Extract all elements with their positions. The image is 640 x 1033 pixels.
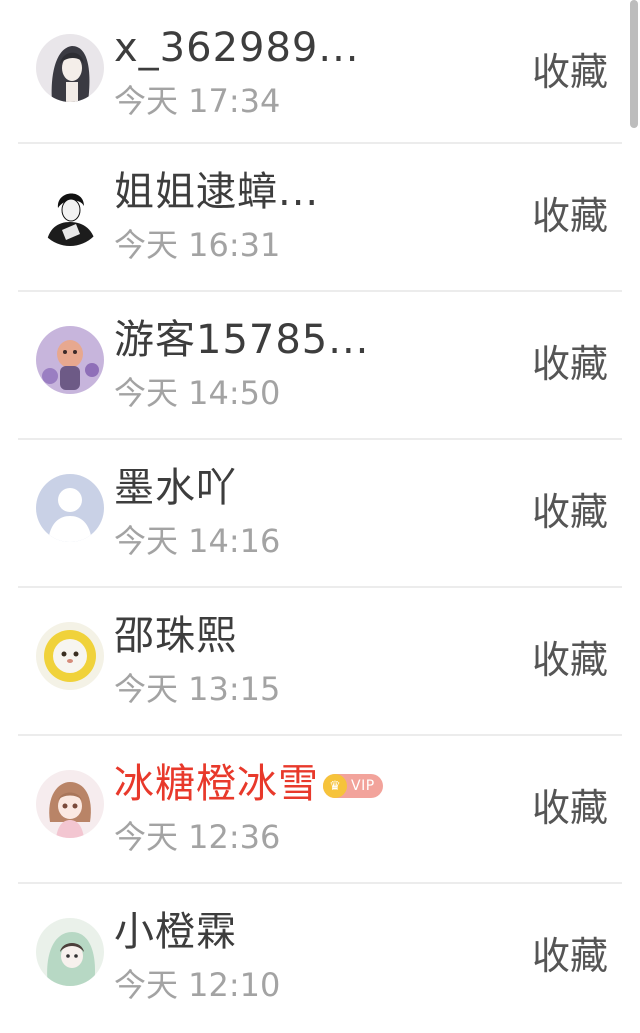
- favorite-button[interactable]: 收藏: [532, 786, 608, 830]
- favorite-button[interactable]: 收藏: [532, 638, 608, 682]
- favorite-button[interactable]: 收藏: [532, 934, 608, 978]
- list-item[interactable]: 小橙霖 今天 12:10 收藏: [18, 884, 622, 1032]
- list-item[interactable]: x_362989... 今天 17:34 收藏: [18, 0, 622, 144]
- vip-label: VIP: [351, 778, 375, 794]
- avatar[interactable]: [36, 178, 104, 246]
- crown-icon: ♛: [323, 774, 347, 798]
- list-item[interactable]: 冰糖橙冰雪 ♛ VIP 今天 12:36 收藏: [18, 736, 622, 884]
- avatar[interactable]: [36, 326, 104, 394]
- list-item[interactable]: 姐姐逮蟑... 今天 16:31 收藏: [18, 144, 622, 292]
- user-name[interactable]: 墨水吖: [114, 464, 237, 512]
- timestamp: 今天 16:31: [114, 226, 281, 264]
- avatar[interactable]: [36, 770, 104, 838]
- favorite-button[interactable]: 收藏: [532, 50, 608, 94]
- favorite-button[interactable]: 收藏: [532, 490, 608, 534]
- timestamp: 今天 14:16: [114, 522, 281, 560]
- timestamp: 今天 12:36: [114, 818, 281, 856]
- user-name[interactable]: 姐姐逮蟑...: [114, 168, 319, 216]
- user-name[interactable]: 游客15785...: [114, 316, 369, 364]
- timestamp: 今天 12:10: [114, 966, 281, 1004]
- user-name[interactable]: x_362989...: [114, 24, 360, 72]
- timestamp: 今天 13:15: [114, 670, 281, 708]
- avatar[interactable]: [36, 622, 104, 690]
- scrollbar[interactable]: [630, 0, 638, 128]
- avatar[interactable]: [36, 918, 104, 986]
- user-list: x_362989... 今天 17:34 收藏 姐姐逮蟑... 今天 16:31…: [0, 0, 640, 1032]
- list-item[interactable]: 墨水吖 今天 14:16 收藏: [18, 440, 622, 588]
- vip-badge: ♛ VIP: [323, 774, 383, 798]
- user-name[interactable]: 邵珠熙: [114, 612, 237, 660]
- favorite-button[interactable]: 收藏: [532, 342, 608, 386]
- timestamp: 今天 17:34: [114, 82, 281, 120]
- favorite-button[interactable]: 收藏: [532, 194, 608, 238]
- user-name[interactable]: 小橙霖: [114, 908, 237, 956]
- avatar[interactable]: [36, 474, 104, 542]
- user-name[interactable]: 冰糖橙冰雪: [114, 760, 319, 808]
- timestamp: 今天 14:50: [114, 374, 281, 412]
- avatar[interactable]: [36, 34, 104, 102]
- list-item[interactable]: 游客15785... 今天 14:50 收藏: [18, 292, 622, 440]
- list-item[interactable]: 邵珠熙 今天 13:15 收藏: [18, 588, 622, 736]
